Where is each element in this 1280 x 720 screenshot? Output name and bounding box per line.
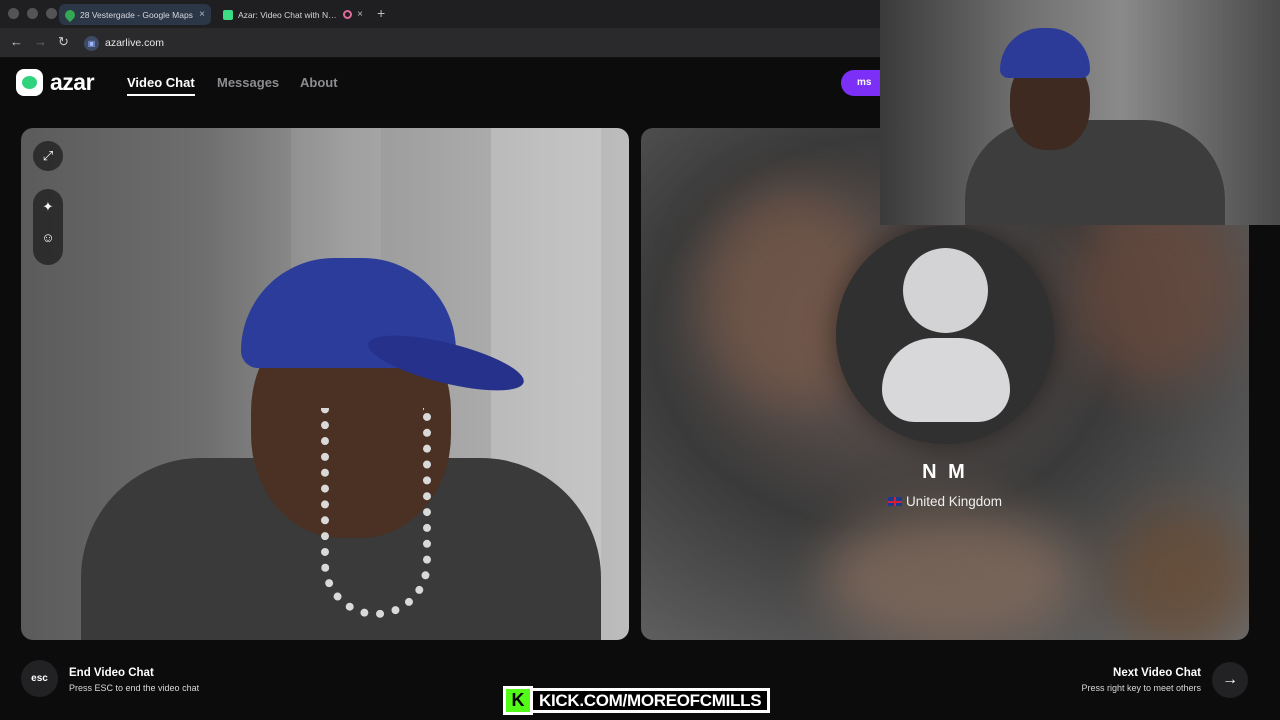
person-chain [321, 408, 431, 618]
tab-close-icon[interactable]: × [199, 9, 205, 20]
next-chat-title: Next Video Chat [1113, 667, 1201, 679]
magic-wand-icon[interactable]: ✦ [33, 192, 63, 222]
next-chat-hint: Press right key to meet others [1081, 683, 1201, 693]
my-video-feed: ⤢ ✦ ☺ [21, 128, 629, 640]
next-chat-button[interactable]: → [1212, 662, 1248, 698]
kick-logo-icon: K [503, 686, 533, 715]
window-controls[interactable] [8, 8, 57, 19]
effects-toolbar: ✦ ☺ [33, 189, 63, 265]
tab-google-maps[interactable]: 28 Vestergade - Google Maps × [59, 4, 211, 25]
arrow-right-icon: → [1222, 671, 1238, 688]
peer-avatar [836, 226, 1054, 444]
maps-favicon-icon [62, 7, 78, 22]
uk-flag-icon [887, 497, 902, 506]
peer-country: United Kingdom [641, 494, 1249, 509]
nav-messages[interactable]: Messages [217, 75, 279, 90]
end-chat-title: End Video Chat [69, 667, 154, 679]
nav-about[interactable]: About [300, 75, 338, 90]
url-field[interactable]: ▣ azarlive.com [84, 32, 164, 54]
end-chat-button[interactable]: esc [21, 660, 58, 697]
new-tab-button[interactable]: + [377, 5, 385, 21]
end-chat-hint: Press ESC to end the video chat [69, 683, 200, 693]
back-icon[interactable]: ← [10, 34, 23, 49]
recording-icon [343, 10, 353, 19]
url-text: azarlive.com [105, 37, 164, 49]
expand-icon[interactable]: ⤢ [33, 141, 63, 171]
streamer-webcam-overlay [880, 0, 1280, 225]
face-filter-icon[interactable]: ☺ [33, 222, 63, 252]
kick-channel-banner: K KICK.COM/MOREOFCMILLS [503, 686, 781, 715]
kick-url-text: KICK.COM/MOREOFCMILLS [533, 688, 771, 713]
expand-tool: ⤢ [33, 141, 63, 171]
reload-icon[interactable]: ↻ [58, 34, 69, 50]
forward-icon[interactable]: → [34, 34, 47, 49]
tab-azar[interactable]: Azar: Video Chat with New People × [217, 4, 369, 25]
azar-logo-icon [16, 69, 43, 96]
nav-video-chat[interactable]: Video Chat [127, 75, 195, 96]
tab-close-icon[interactable]: × [357, 9, 363, 20]
azar-logo[interactable]: azar [16, 69, 95, 96]
peer-name: N M [922, 461, 968, 483]
azar-favicon-icon [223, 9, 233, 20]
site-info-icon[interactable]: ▣ [84, 35, 99, 51]
